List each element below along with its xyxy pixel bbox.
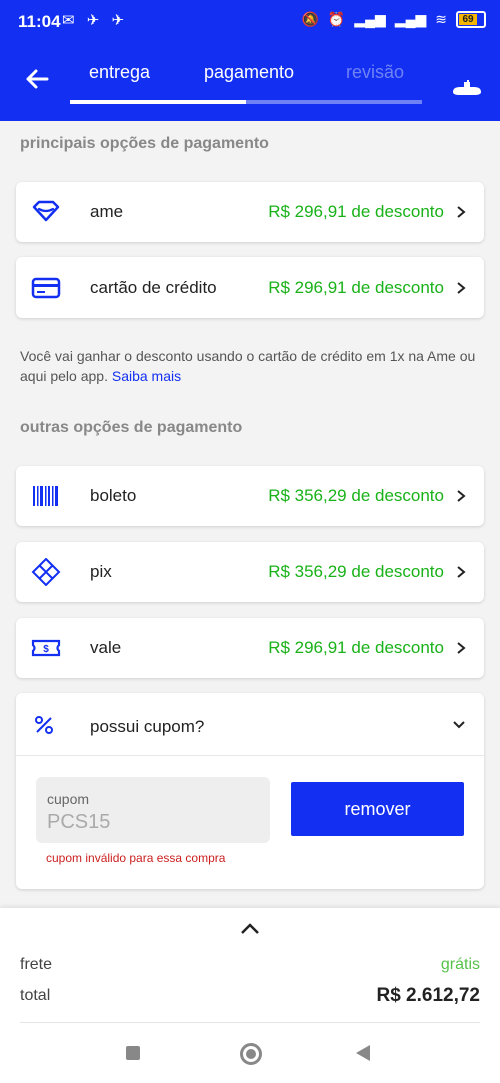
payment-option-boleto[interactable]: boleto R$ 356,29 de desconto (16, 466, 484, 526)
payment-option-credit-card[interactable]: cartão de crédito R$ 296,91 de desconto (16, 257, 484, 318)
chevron-right-icon (457, 642, 466, 654)
status-time: 11:04 (18, 12, 61, 31)
tab-revisao[interactable]: revisão (346, 62, 404, 83)
back-button[interactable] (356, 1045, 370, 1061)
notification-icons: ✉ ✈ ✈ (62, 12, 129, 29)
barcode-icon (33, 486, 58, 506)
chevron-up-icon[interactable] (239, 922, 261, 936)
main-options-title: principais opções de pagamento (20, 135, 269, 152)
coupon-input[interactable]: cupom PCS15 (36, 777, 270, 843)
discount-info-text: Você vai ganhar o desconto usando o cart… (20, 348, 476, 384)
payment-option-discount: R$ 356,29 de desconto (268, 562, 444, 581)
status-bar: 11:04 ✉ ✈ ✈ 🔕 ⏰ ▂▄▆ ▂▄▆ ≋ 69 (0, 0, 500, 44)
coupon-input-value: PCS15 (47, 811, 111, 833)
checkout-progress-bar (70, 100, 422, 104)
voucher-icon: $ (31, 639, 61, 657)
payment-option-label: cartão de crédito (90, 277, 217, 297)
payment-option-label: ame (90, 202, 124, 221)
payment-option-label: boleto (90, 486, 137, 505)
payment-option-discount: R$ 296,91 de desconto (268, 202, 444, 221)
pix-icon (31, 558, 61, 586)
submarino-logo-icon (453, 80, 481, 95)
ame-icon (32, 200, 60, 222)
payment-option-discount: R$ 296,91 de desconto (268, 277, 444, 297)
payment-option-vale[interactable]: $ vale R$ 296,91 de desconto (16, 618, 484, 678)
chevron-right-icon (457, 281, 466, 294)
signal-icon: ▂▄▆ (354, 11, 386, 27)
progress-fill (70, 100, 246, 104)
chevron-right-icon (457, 566, 466, 578)
coupon-error: cupom inválido para essa compra (46, 851, 226, 865)
recents-button[interactable] (126, 1046, 140, 1060)
android-nav-bar (0, 1038, 500, 1078)
checkout-header: entrega pagamento revisão (0, 44, 500, 121)
divider (16, 755, 484, 756)
tab-entrega[interactable]: entrega (89, 62, 150, 83)
chevron-right-icon (457, 490, 466, 502)
payment-option-label: vale (90, 638, 122, 657)
payment-option-label: pix (90, 562, 112, 581)
coupon-card: possui cupom? cupom PCS15 cupom inválido… (16, 693, 484, 889)
total-label: total (20, 987, 51, 1004)
saiba-mais-link[interactable]: Saiba mais (112, 368, 181, 384)
other-options-title: outras opções de pagamento (20, 419, 243, 436)
payment-option-discount: R$ 296,91 de desconto (268, 638, 444, 657)
payment-option-ame[interactable]: ame R$ 296,91 de desconto (16, 182, 484, 242)
battery-icon: 69 (456, 11, 486, 28)
total-row: total R$ 2.612,72 (20, 985, 480, 1011)
tab-pagamento[interactable]: pagamento (204, 62, 294, 83)
divider (20, 1022, 480, 1023)
system-icons: 🔕 ⏰ ▂▄▆ ▂▄▆ ≋ 69 (301, 11, 486, 28)
chevron-down-icon (453, 721, 465, 729)
coupon-input-label: cupom (47, 791, 90, 807)
wifi-icon: ≋ (435, 11, 447, 27)
mute-icon: 🔕 (301, 11, 319, 27)
payment-option-discount: R$ 356,29 de desconto (268, 486, 444, 505)
total-value: R$ 2.612,72 (376, 985, 480, 1006)
shipping-value: grátis (440, 956, 480, 973)
credit-card-icon (31, 277, 61, 298)
payment-option-pix[interactable]: pix R$ 356,29 de desconto (16, 542, 484, 602)
coupon-toggle[interactable]: possui cupom? (16, 693, 484, 755)
coupon-title: possui cupom? (90, 717, 205, 736)
percent-icon (35, 716, 53, 734)
svg-text:$: $ (43, 644, 49, 655)
chevron-right-icon (457, 206, 466, 218)
signal-icon: ▂▄▆ (394, 11, 427, 27)
alarm-icon: ⏰ (327, 11, 346, 27)
discount-info: Você vai ganhar o desconto usando o cart… (20, 346, 480, 386)
order-summary: frete grátis total R$ 2.612,72 (0, 908, 500, 1083)
back-arrow-icon[interactable] (22, 64, 52, 94)
shipping-row: frete grátis (20, 956, 480, 980)
home-button[interactable] (240, 1043, 262, 1065)
remove-coupon-button[interactable]: remover (291, 782, 464, 836)
shipping-label: frete (20, 956, 53, 973)
